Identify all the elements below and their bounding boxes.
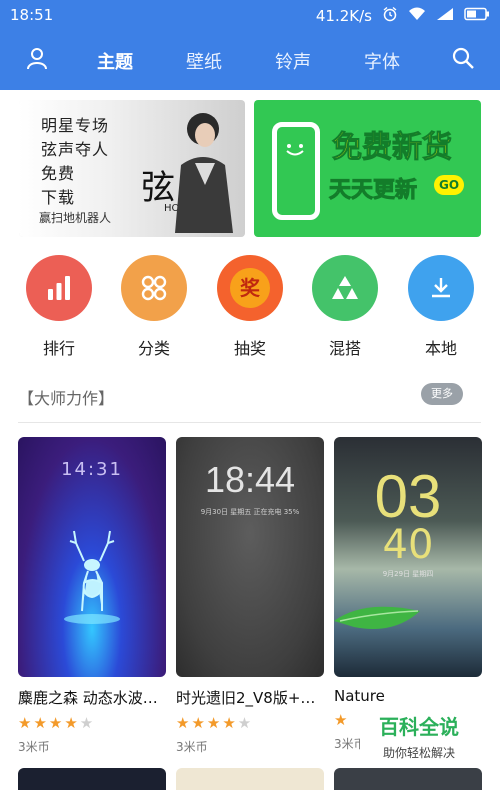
theme-clock-minutes: 40 xyxy=(382,522,434,568)
theme-subtext: 9月30日 星期五 正在充电 35% xyxy=(200,508,300,516)
theme-thumbnail: 14:31 xyxy=(18,437,166,677)
banner-subtitle: 天天更新 xyxy=(328,178,418,204)
network-speed: 41.2K/s xyxy=(315,7,372,25)
top-nav: 主题 壁纸 铃声 字体 xyxy=(0,30,500,90)
rating-stars: ★★★★★ xyxy=(18,714,96,732)
theme-card[interactable]: 14:31 麋鹿之森 动态水波… ★★★★★ 3米币 xyxy=(18,437,166,755)
theme-thumbnail: 18:44 9月30日 星期五 正在充电 35% xyxy=(176,437,324,677)
theme-price: 3米币 xyxy=(176,740,208,754)
grid-circles-icon xyxy=(121,255,187,321)
theme-clock: 18:44 xyxy=(204,459,296,500)
download-icon xyxy=(408,255,474,321)
theme-card[interactable]: 18:44 9月30日 星期五 正在充电 35% 时光遗旧2_V8版+… ★★★… xyxy=(176,437,324,755)
category-label: 分类 xyxy=(137,339,170,358)
banner-line-2: 弦声夺人 xyxy=(41,140,110,159)
theme-clock-hours: 03 xyxy=(374,463,442,530)
category-label: 排行 xyxy=(42,339,75,358)
tab-wallpaper[interactable]: 壁纸 xyxy=(186,48,222,74)
banner-free-new[interactable]: 免费新货 天天更新 GO xyxy=(254,100,481,237)
category-label: 本地 xyxy=(424,339,457,358)
banner-title: 免费新货 xyxy=(332,130,453,166)
banner-line-3: 免费 xyxy=(41,164,76,183)
category-label: 混搭 xyxy=(328,339,361,358)
category-label: 抽奖 xyxy=(233,339,266,358)
watermark-logo: 百科全说 助你轻松解决 xyxy=(360,705,478,763)
theme-name: 时光遗旧2_V8版+… xyxy=(176,689,316,707)
tab-theme[interactable]: 主题 xyxy=(97,48,133,74)
battery-icon xyxy=(464,7,490,25)
banner-line-4: 下载 xyxy=(41,188,76,207)
prize-glyph: 奖 xyxy=(230,268,270,308)
theme-thumbnail: 03 40 9月29日 星期四 xyxy=(334,437,482,677)
main-content: 明星专场 弦声夺人 免费 下载 弦 赢扫地机器人 HOU XIAN 免费新货 天… xyxy=(0,90,500,790)
signal-icon xyxy=(436,7,454,25)
status-bar: 18:51 41.2K/s xyxy=(0,0,500,30)
user-icon[interactable] xyxy=(25,46,49,70)
leaf-icon xyxy=(334,606,420,629)
category-local[interactable]: 本地 xyxy=(408,255,474,359)
bar-chart-icon xyxy=(26,255,92,321)
watermark-subtitle: 助你轻松解决 xyxy=(382,746,455,760)
theme-name: 麋鹿之森 动态水波… xyxy=(18,689,158,707)
theme-card-partial[interactable] xyxy=(334,768,482,790)
watermark-title: 百科全说 xyxy=(379,715,459,739)
phone-illustration-icon xyxy=(272,122,320,220)
more-button[interactable]: 更多 xyxy=(421,383,463,405)
prize-icon: 奖 xyxy=(217,255,283,321)
theme-name: Nature xyxy=(334,687,385,705)
wifi-icon xyxy=(408,7,426,25)
singer-photo xyxy=(165,105,235,233)
category-mix[interactable]: 混搭 xyxy=(312,255,378,359)
deer-icon xyxy=(64,530,120,624)
smile-icon xyxy=(284,142,306,158)
section-divider xyxy=(18,422,481,423)
status-right: 41.2K/s xyxy=(316,6,490,26)
theme-price: 3米币 xyxy=(18,740,50,754)
banner-caption: 赢扫地机器人 xyxy=(39,211,112,225)
theme-card-partial[interactable] xyxy=(176,768,324,790)
tab-font[interactable]: 字体 xyxy=(364,48,400,74)
status-time: 18:51 xyxy=(10,6,54,24)
theme-subtext: 9月29日 星期四 xyxy=(382,570,434,578)
category-classify[interactable]: 分类 xyxy=(121,255,187,359)
category-lottery[interactable]: 奖 抽奖 xyxy=(217,255,283,359)
rating-stars: ★★★★★ xyxy=(176,714,254,732)
go-badge: GO xyxy=(434,175,464,195)
banner-line-1: 明星专场 xyxy=(41,116,110,135)
theme-clock: 14:31 xyxy=(61,459,123,480)
search-icon[interactable] xyxy=(451,46,475,70)
alarm-icon xyxy=(382,6,398,26)
triangles-icon xyxy=(312,255,378,321)
category-ranking[interactable]: 排行 xyxy=(26,255,92,359)
tab-ringtone[interactable]: 铃声 xyxy=(275,48,311,74)
banner-star-special[interactable]: 明星专场 弦声夺人 免费 下载 弦 赢扫地机器人 HOU XIAN xyxy=(19,100,245,237)
theme-card-partial[interactable] xyxy=(18,768,166,790)
section-title: 【大师力作】 xyxy=(18,389,115,408)
